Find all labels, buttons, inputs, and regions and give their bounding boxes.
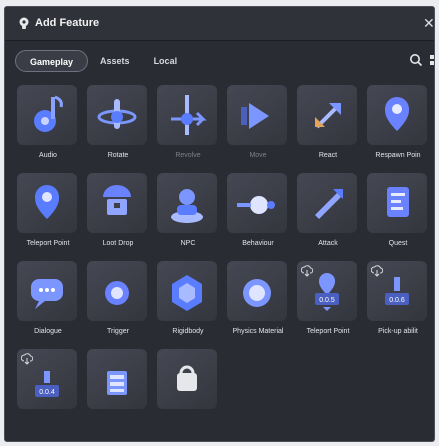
feature-label: Rotate <box>107 152 129 159</box>
feature-label: Audio <box>39 152 57 159</box>
feature-label: Rigidbody <box>172 328 204 335</box>
search-icon[interactable] <box>409 53 423 67</box>
cloud-download-icon <box>21 353 33 365</box>
animation-package-icon: 0.0.4 <box>17 349 77 409</box>
tab-local[interactable]: Local <box>142 50 190 72</box>
rigidbody-icon <box>157 261 217 321</box>
feature-label: Behaviour <box>242 240 274 247</box>
lightbulb-icon <box>19 17 29 29</box>
feature-label: NPC <box>180 240 196 247</box>
physics-material-icon <box>227 261 287 321</box>
package-version: 0.0.6 <box>389 297 405 304</box>
loot-drop-icon <box>87 173 147 233</box>
feature-label: Quest <box>388 240 408 247</box>
feature-label: React <box>318 152 338 159</box>
attack-icon <box>297 173 357 233</box>
cloud-download-icon <box>301 265 313 277</box>
audio-icon <box>17 85 77 145</box>
move-icon <box>227 85 287 145</box>
feature-label: Physics Material <box>232 328 284 335</box>
tab-gameplay[interactable]: Gameplay <box>15 50 89 72</box>
feature-label: Trigger <box>107 328 129 335</box>
add-feature-dialog: Add Feature ✕ Gameplay Assets Local Audi… <box>4 6 435 442</box>
npc-animation-icon <box>87 349 147 409</box>
grid-view-icon[interactable] <box>429 53 435 67</box>
feature-label: Teleport Point <box>26 240 70 247</box>
package-version: 0.0.4 <box>39 389 55 396</box>
respawn-point-icon <box>367 85 427 145</box>
feature-label: Loot Drop <box>102 240 134 247</box>
cloud-download-icon <box>371 265 383 277</box>
trigger-icon <box>87 261 147 321</box>
teleport-point-icon <box>17 173 77 233</box>
rotate-icon <box>87 85 147 145</box>
feature-label: Dialogue <box>34 328 62 335</box>
feature-label: Respawn Poin <box>375 152 421 159</box>
feature-label: Move <box>249 152 267 159</box>
close-icon[interactable]: ✕ <box>423 15 434 31</box>
dialog-title: Add Feature <box>35 17 100 29</box>
npc-icon <box>157 173 217 233</box>
category-tabs: Gameplay Assets Local <box>15 49 189 73</box>
quest-icon <box>367 173 427 233</box>
teleport-point-package-icon: 0.0.5 <box>297 261 357 321</box>
feature-label: Teleport Point <box>306 328 350 335</box>
react-icon <box>297 85 357 145</box>
tab-assets[interactable]: Assets <box>88 50 142 72</box>
feature-label: Attack <box>318 240 338 247</box>
feature-label: Revolve <box>175 152 201 159</box>
package-version: 0.0.5 <box>319 297 335 304</box>
find-more-icon <box>157 349 217 409</box>
behaviour-icon <box>227 173 287 233</box>
dialogue-icon <box>17 261 77 321</box>
pick-up-ability-icon: 0.0.6 <box>367 261 427 321</box>
revolve-icon <box>157 85 217 145</box>
title-bar: Add Feature ✕ <box>5 7 434 41</box>
feature-label: Pick-up abilit <box>378 328 418 335</box>
